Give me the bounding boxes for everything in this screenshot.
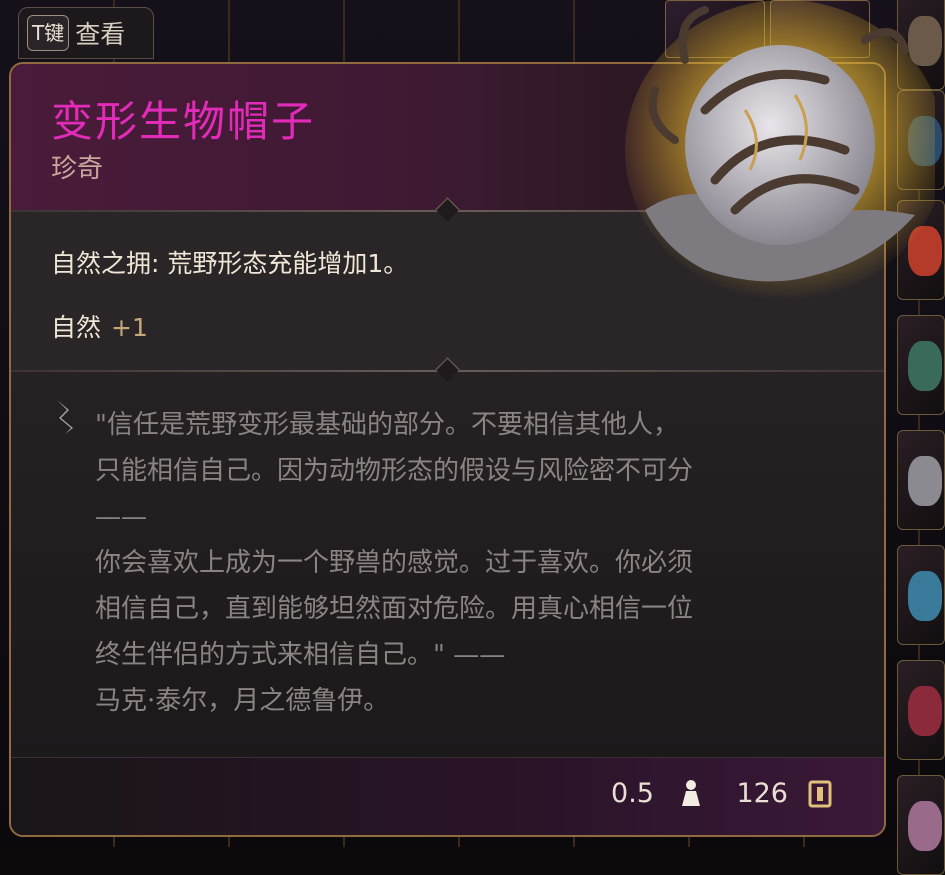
weight-icon <box>682 780 700 806</box>
inventory-slot[interactable] <box>897 660 945 760</box>
inventory-slot[interactable] <box>897 545 945 645</box>
item-lore-section: "信任是荒野变形最基础的部分。不要相信其他人， 只能相信自己。因为动物形态的假设… <box>11 357 884 762</box>
inspect-key-hint[interactable]: T键 查看 <box>18 7 154 59</box>
inspect-label: 查看 <box>75 20 126 49</box>
item-price: 126 <box>736 778 788 809</box>
tooltip-footer: 0.5 126 <box>11 757 884 835</box>
item-name: 变形生物帽子 <box>51 97 316 146</box>
gold-coin-icon <box>808 780 832 808</box>
item-weight: 0.5 <box>611 778 654 809</box>
stat-name: 自然 <box>51 313 102 342</box>
lore-line: 相信自己，直到能够坦然面对危险。用真心相信一位 <box>95 594 694 624</box>
item-lore: "信任是荒野变形最基础的部分。不要相信其他人， 只能相信自己。因为动物形态的假设… <box>95 402 865 724</box>
t-key-icon: T键 <box>27 15 70 51</box>
lore-line: 马克·泰尔，月之德鲁伊。 <box>95 686 390 716</box>
item-rarity: 珍奇 <box>51 154 104 184</box>
stat-bonus: +1 <box>111 313 148 342</box>
lore-line: 终生伴侣的方式来相信自己。" —— <box>95 640 506 670</box>
item-stat: 自然 +1 <box>51 308 148 344</box>
hat-item-icon <box>625 0 935 300</box>
lore-line: —— <box>95 502 147 532</box>
inventory-slot[interactable] <box>897 430 945 530</box>
lore-line: 只能相信自己。因为动物形态的假设与风险密不可分 <box>95 456 694 486</box>
lore-line: 你会喜欢上成为一个野兽的感觉。过于喜欢。你必须 <box>95 548 694 578</box>
lore-line: "信任是荒野变形最基础的部分。不要相信其他人， <box>95 410 679 440</box>
inventory-slot[interactable] <box>897 775 945 875</box>
item-effect: 自然之拥: 荒野形态充能增加1。 <box>51 249 409 278</box>
inventory-slot[interactable] <box>897 315 945 415</box>
quote-mark-icon <box>57 400 73 434</box>
